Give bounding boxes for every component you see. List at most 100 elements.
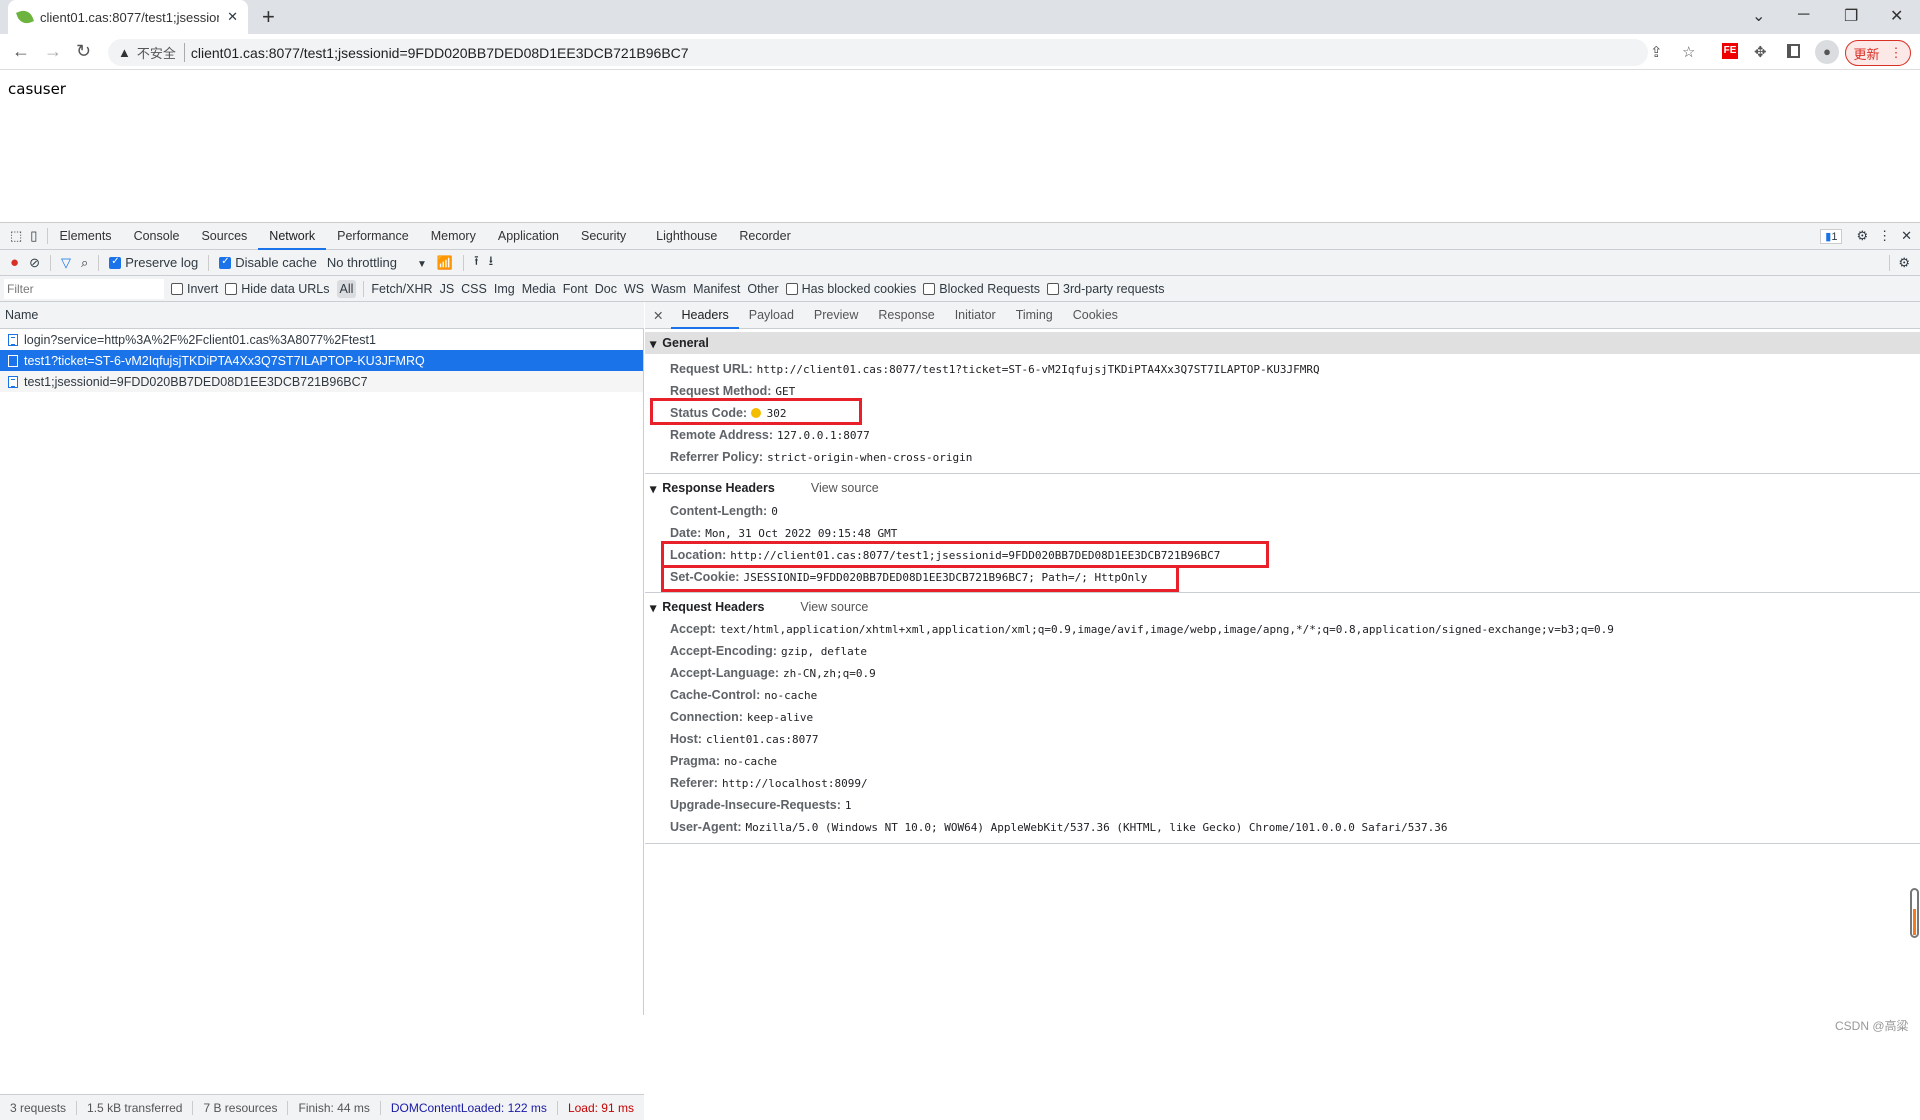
address-bar[interactable]: ▲ 不安全 client01.cas:8077/test1;jsessionid… bbox=[108, 39, 1648, 66]
view-source-link[interactable]: View source bbox=[800, 600, 868, 614]
issues-badge[interactable]: ▮1 bbox=[1820, 228, 1843, 244]
restore-button[interactable]: ❐ bbox=[1844, 6, 1858, 26]
minimize-button[interactable]: ─ bbox=[1798, 6, 1809, 24]
header-request-url: Request URL: http://client01.cas:8077/tes… bbox=[670, 362, 1320, 376]
clear-icon[interactable]: ⊘ bbox=[29, 255, 40, 271]
tab-initiator[interactable]: Initiator bbox=[945, 302, 1006, 329]
side-panel-icon[interactable] bbox=[1787, 44, 1800, 58]
invert-checkbox[interactable]: Invert bbox=[171, 282, 218, 296]
filter-input[interactable]: Filter bbox=[4, 278, 164, 299]
more-options-icon[interactable]: ⋮ bbox=[1878, 228, 1891, 244]
tab-application[interactable]: Application bbox=[487, 223, 570, 250]
network-conditions-icon[interactable]: 📶 bbox=[437, 255, 453, 271]
expand-triangle-icon: ▾ bbox=[650, 600, 657, 615]
network-settings-gear-icon[interactable]: ⚙ bbox=[1889, 254, 1910, 271]
security-label[interactable]: 不安全 bbox=[137, 43, 185, 62]
reload-button[interactable]: ↻ bbox=[76, 41, 91, 62]
close-details-icon[interactable]: ✕ bbox=[645, 308, 671, 323]
tab-security[interactable]: Security bbox=[570, 223, 637, 250]
has-blocked-cookies-checkbox[interactable]: Has blocked cookies bbox=[785, 282, 916, 296]
tab-response[interactable]: Response bbox=[868, 302, 944, 329]
preserve-log-checkbox[interactable]: Preserve log bbox=[109, 255, 198, 270]
divider bbox=[98, 254, 100, 271]
export-har-icon[interactable]: ⭳ bbox=[489, 252, 494, 274]
checkbox[interactable] bbox=[225, 282, 238, 295]
filter-type-other[interactable]: Other bbox=[747, 282, 778, 296]
view-source-link[interactable]: View source bbox=[811, 481, 879, 495]
request-row-selected[interactable]: test1?ticket=ST-6-vM2IqfujsjTKDiPTA4Xx3Q… bbox=[0, 350, 643, 371]
tab-timing[interactable]: Timing bbox=[1006, 302, 1063, 329]
filter-type-all[interactable]: All bbox=[336, 279, 357, 298]
tab-recorder[interactable]: Recorder bbox=[728, 223, 801, 250]
checkbox[interactable] bbox=[1047, 282, 1060, 295]
device-toolbar-icon[interactable]: ▯ bbox=[28, 228, 49, 244]
load-time: Load: 91 ms bbox=[567, 1100, 634, 1115]
scrollbar-thumb[interactable] bbox=[1910, 888, 1919, 938]
header-key: Date: bbox=[670, 526, 702, 540]
filter-type-js[interactable]: JS bbox=[440, 282, 455, 296]
tab-cookies[interactable]: Cookies bbox=[1063, 302, 1128, 329]
tab-preview[interactable]: Preview bbox=[804, 302, 868, 329]
general-section-header[interactable]: ▾ General bbox=[645, 332, 1920, 354]
inspect-element-icon[interactable]: ⬚ bbox=[0, 228, 28, 244]
request-row[interactable]: login?service=http%3A%2F%2Fclient01.cas%… bbox=[0, 329, 643, 350]
fe-extension-icon[interactable]: FE bbox=[1722, 43, 1738, 59]
hide-data-urls-label: Hide data URLs bbox=[241, 281, 330, 296]
tab-lighthouse[interactable]: Lighthouse bbox=[645, 223, 728, 250]
tab-elements[interactable]: Elements bbox=[48, 223, 122, 250]
search-icon[interactable]: ⌕ bbox=[81, 255, 88, 271]
checkbox[interactable] bbox=[785, 282, 798, 295]
blocked-requests-checkbox[interactable]: Blocked Requests bbox=[923, 282, 1040, 296]
checkbox-checked[interactable] bbox=[109, 256, 122, 269]
checkbox[interactable] bbox=[171, 282, 183, 295]
filter-type-doc[interactable]: Doc bbox=[595, 282, 617, 296]
tab-console[interactable]: Console bbox=[123, 223, 191, 250]
name-column-header[interactable]: Name bbox=[0, 302, 644, 329]
bookmark-star-icon[interactable]: ☆ bbox=[1682, 43, 1695, 61]
update-button[interactable]: 更新 ⋮ bbox=[1845, 40, 1911, 66]
filter-type-css[interactable]: CSS bbox=[461, 282, 487, 296]
extensions-puzzle-icon[interactable]: ✥ bbox=[1754, 43, 1767, 61]
response-headers-section-header[interactable]: ▾ Response Headers View source bbox=[645, 477, 1920, 499]
tab-performance[interactable]: Performance bbox=[326, 223, 420, 250]
request-row[interactable]: test1;jsessionid=9FDD020BB7DED08D1EE3DCB… bbox=[0, 371, 643, 392]
checkbox-checked[interactable] bbox=[219, 256, 232, 269]
close-window-button[interactable]: ✕ bbox=[1890, 6, 1903, 26]
close-devtools-icon[interactable]: ✕ bbox=[1901, 228, 1912, 244]
import-har-icon[interactable]: ⭱ bbox=[474, 252, 479, 274]
forward-button[interactable]: → bbox=[44, 41, 62, 62]
request-headers-title: Request Headers bbox=[662, 600, 765, 614]
record-button-icon[interactable]: ● bbox=[10, 254, 19, 271]
disable-cache-checkbox[interactable]: Disable cache bbox=[219, 255, 317, 270]
filter-type-media[interactable]: Media bbox=[522, 282, 556, 296]
filter-type-wasm[interactable]: Wasm bbox=[651, 282, 686, 296]
third-party-requests-checkbox[interactable]: 3rd-party requests bbox=[1047, 282, 1164, 296]
filter-type-font[interactable]: Font bbox=[563, 282, 588, 296]
header-value: strict-origin-when-cross-origin bbox=[767, 451, 973, 464]
tab-headers[interactable]: Headers bbox=[671, 302, 739, 329]
close-tab-icon[interactable]: ✕ bbox=[227, 9, 238, 25]
settings-gear-icon[interactable]: ⚙ bbox=[1856, 228, 1868, 244]
url-text[interactable]: client01.cas:8077/test1;jsessionid=9FDD0… bbox=[191, 45, 689, 61]
browser-tab[interactable]: client01.cas:8077/test1;jsession ✕ bbox=[8, 0, 248, 34]
header-accept: Accept: text/html,application/xhtml+xml,a… bbox=[670, 622, 1614, 636]
tab-payload[interactable]: Payload bbox=[739, 302, 804, 329]
tab-memory[interactable]: Memory bbox=[420, 223, 487, 250]
request-headers-section-header[interactable]: ▾ Request Headers View source bbox=[645, 596, 1920, 618]
header-pragma: Pragma: no-cache bbox=[670, 754, 777, 768]
profile-avatar-icon[interactable]: ● bbox=[1815, 40, 1839, 64]
filter-type-ws[interactable]: WS bbox=[624, 282, 644, 296]
back-button[interactable]: ← bbox=[12, 41, 30, 62]
tab-network[interactable]: Network bbox=[258, 223, 327, 250]
filter-funnel-icon[interactable]: ▽ bbox=[61, 255, 71, 271]
filter-type-img[interactable]: Img bbox=[494, 282, 515, 296]
checkbox[interactable] bbox=[923, 282, 936, 295]
filter-type-manifest[interactable]: Manifest bbox=[693, 282, 740, 296]
hide-data-urls-checkbox[interactable]: Hide data URLs bbox=[225, 281, 330, 296]
new-tab-button[interactable]: + bbox=[262, 4, 275, 30]
tab-sources[interactable]: Sources bbox=[190, 223, 258, 250]
tab-search-chevron-icon[interactable]: ⌄ bbox=[1752, 6, 1765, 26]
throttling-select[interactable]: No throttling ▼ bbox=[327, 255, 427, 270]
filter-type-fetch-xhr[interactable]: Fetch/XHR bbox=[371, 282, 432, 296]
share-icon[interactable]: ⇪ bbox=[1650, 43, 1663, 61]
